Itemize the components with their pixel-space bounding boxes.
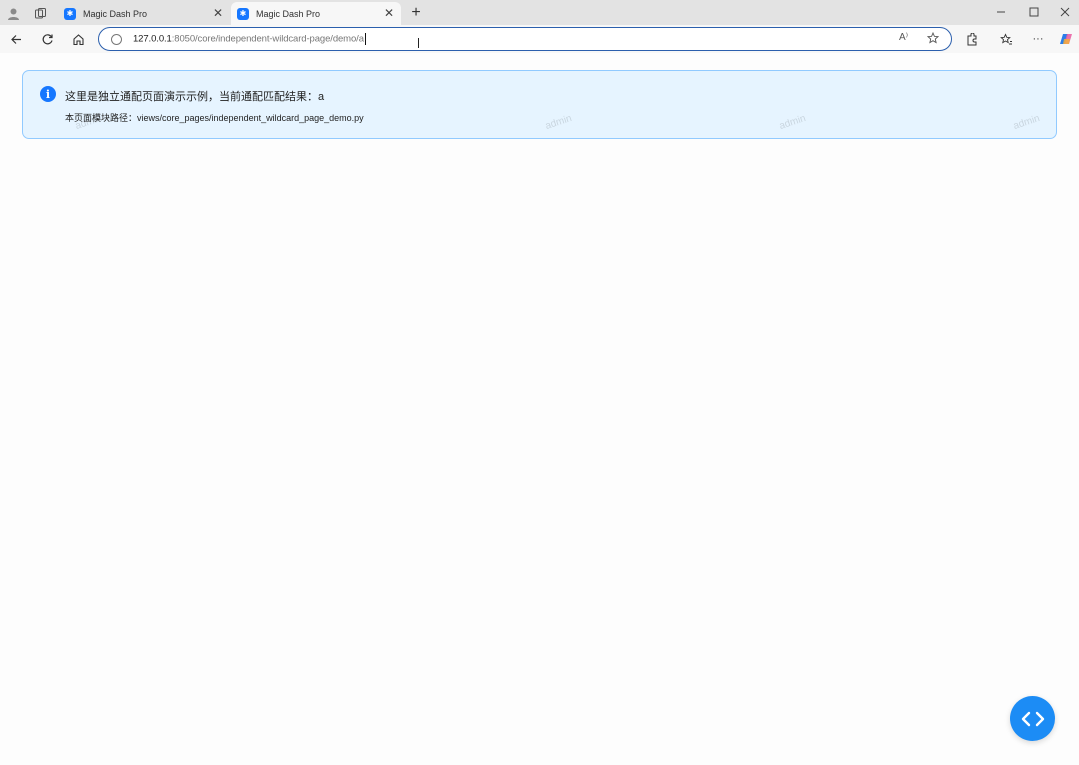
workspaces-icon[interactable] <box>30 3 50 23</box>
read-aloud-icon[interactable]: A⁾ <box>899 32 908 43</box>
address-url[interactable]: 127.0.0.1:8050/core/independent-wildcard… <box>133 33 366 45</box>
more-icon[interactable]: ··· <box>1028 29 1048 49</box>
alert-description: 本页面模块路径：views/core_pages/independent_wil… <box>65 113 364 123</box>
home-icon[interactable] <box>68 29 88 49</box>
tab-close-icon[interactable]: ✕ <box>213 7 223 19</box>
watermark: admin <box>1011 113 1042 132</box>
code-view-button[interactable] <box>1010 696 1055 741</box>
tab-title: Magic Dash Pro <box>256 8 321 19</box>
extensions-icon[interactable] <box>961 29 981 49</box>
address-bar[interactable]: 127.0.0.1:8050/core/independent-wildcard… <box>98 27 952 51</box>
site-info-icon[interactable] <box>111 33 122 45</box>
tab-magic-dash-pro-2[interactable]: ✱ Magic Dash Pro ✕ <box>231 2 401 25</box>
tab-title: Magic Dash Pro <box>83 8 148 19</box>
favorites-icon[interactable] <box>996 29 1016 49</box>
browser-tab-bar: ✱ Magic Dash Pro ✕ ✱ Magic Dash Pro ✕ + <box>0 0 1079 25</box>
magic-dash-favicon-icon: ✱ <box>64 7 76 20</box>
page-content: i 这里是独立通配页面演示示例，当前通配匹配结果：a 本页面模块路径：views… <box>0 53 1079 765</box>
tab-magic-dash-pro-1[interactable]: ✱ Magic Dash Pro ✕ <box>58 2 230 25</box>
window-close-button[interactable] <box>1047 2 1079 22</box>
watermark: admin <box>777 113 808 132</box>
minimize-button[interactable] <box>983 2 1019 22</box>
text-cursor-icon <box>418 38 424 48</box>
new-tab-button[interactable]: + <box>406 3 426 23</box>
copilot-icon[interactable] <box>1056 29 1076 49</box>
alert-message: 这里是独立通配页面演示示例，当前通配匹配结果：a <box>65 91 325 103</box>
info-alert: i 这里是独立通配页面演示示例，当前通配匹配结果：a 本页面模块路径：views… <box>22 70 1057 139</box>
code-icon <box>1021 711 1044 726</box>
browser-nav-bar: 127.0.0.1:8050/core/independent-wildcard… <box>0 25 1079 53</box>
magic-dash-favicon-icon: ✱ <box>237 7 249 20</box>
refresh-icon[interactable] <box>37 29 57 49</box>
star-icon[interactable] <box>926 31 940 47</box>
info-circle-icon: i <box>40 86 56 102</box>
back-arrow-icon[interactable] <box>6 29 26 49</box>
profile-icon[interactable] <box>3 3 23 23</box>
watermark: admin <box>543 113 574 132</box>
tab-close-icon[interactable]: ✕ <box>384 7 394 19</box>
